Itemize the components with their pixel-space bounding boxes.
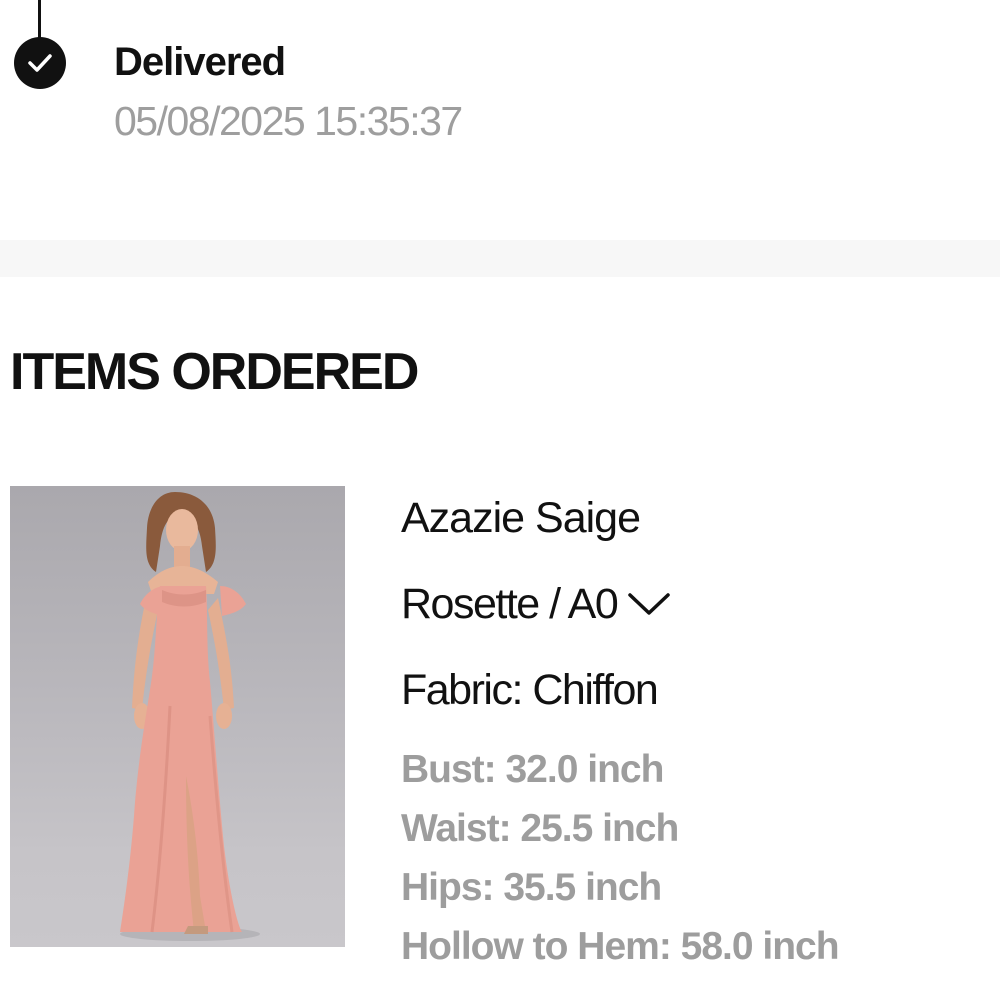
measurement-hollow-to-hem: Hollow to Hem: 58.0 inch <box>401 925 840 968</box>
timeline-line <box>38 0 41 38</box>
delivery-timestamp: 05/08/2025 15:35:37 <box>114 98 463 144</box>
check-circle-icon <box>14 37 66 89</box>
chevron-down-icon[interactable] <box>627 591 671 617</box>
delivery-status: Delivered <box>114 40 286 84</box>
measurement-hips: Hips: 35.5 inch <box>401 866 662 909</box>
section-divider <box>0 240 1000 277</box>
fabric-info: Fabric: Chiffon <box>401 666 659 714</box>
measurements-list: Bust: 32.0 inch Waist: 25.5 inch Hips: 3… <box>401 740 840 976</box>
items-ordered-title: ITEMS ORDERED <box>10 343 419 401</box>
measurement-waist: Waist: 25.5 inch <box>401 807 679 850</box>
measurement-bust: Bust: 32.0 inch <box>401 748 664 791</box>
product-image[interactable] <box>10 486 345 947</box>
product-name[interactable]: Azazie Saige <box>401 490 641 546</box>
variant-selector[interactable]: Rosette / A0 <box>401 576 671 632</box>
variant-label: Rosette / A0 <box>401 580 619 628</box>
